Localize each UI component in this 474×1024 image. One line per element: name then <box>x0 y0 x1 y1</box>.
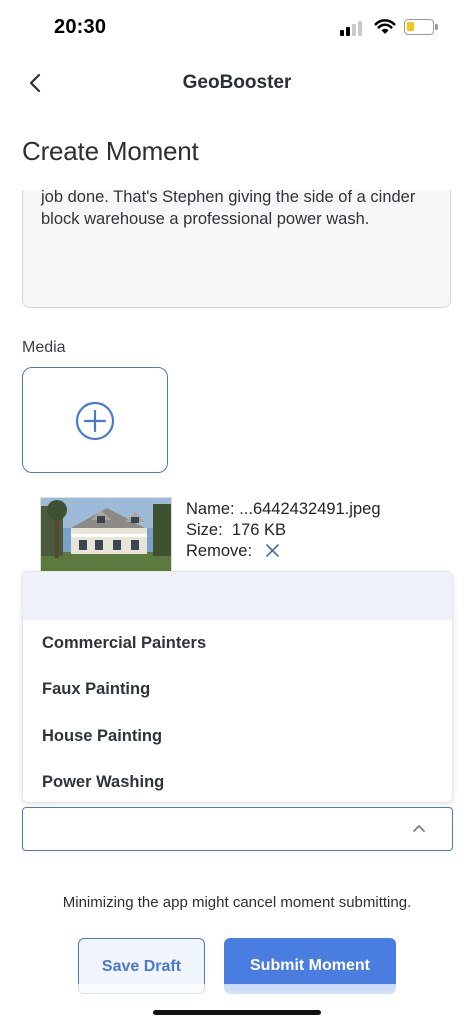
status-time: 20:30 <box>54 16 107 38</box>
dropdown-option-power-washing[interactable]: Power Washing <box>23 759 452 802</box>
file-size-label: Size: <box>186 521 223 539</box>
file-name-label: Name: <box>186 500 235 518</box>
dropdown-option-faux-painting[interactable]: Faux Painting <box>23 666 452 712</box>
create-moment-screen: 20:30 GeoBooster Create Moment job done.… <box>0 0 474 1024</box>
file-name-value: ...6442432491.jpeg <box>239 500 381 518</box>
battery-cap <box>435 24 438 30</box>
file-name-row: Name: ...6442432491.jpeg <box>186 499 381 520</box>
status-bar: 20:30 <box>0 0 474 56</box>
chevron-up-icon <box>413 825 425 832</box>
dropdown-option-house-painting[interactable]: House Painting <box>23 713 452 759</box>
category-dropdown-list: Commercial Painters Faux Painting House … <box>22 571 453 803</box>
bottom-fade <box>0 984 474 1024</box>
media-file-info: Name: ...6442432491.jpeg Size: 176 KB Re… <box>186 499 381 562</box>
file-remove-row: Remove: <box>186 541 381 562</box>
file-size-value: 176 KB <box>231 521 286 539</box>
home-indicator <box>153 1010 321 1015</box>
add-media-button[interactable] <box>22 367 168 473</box>
description-text: job done. That's Stephen giving the side… <box>41 188 416 228</box>
nav-title: GeoBooster <box>182 72 292 93</box>
plus-circle-icon <box>75 401 115 441</box>
media-label: Media <box>22 339 66 356</box>
battery-icon <box>404 19 434 35</box>
remove-file-close-icon[interactable] <box>265 543 280 558</box>
description-textarea[interactable]: job done. That's Stephen giving the side… <box>22 176 451 308</box>
dropdown-option-commercial-painters[interactable]: Commercial Painters <box>23 620 452 666</box>
media-thumbnail <box>40 497 172 573</box>
file-remove-label: Remove: <box>186 542 253 560</box>
cellular-signal-icon <box>340 20 364 36</box>
wifi-icon <box>374 19 396 34</box>
scroll-mask <box>22 170 453 190</box>
file-size-row: Size: 176 KB <box>186 520 381 541</box>
dropdown-empty-option[interactable] <box>23 572 452 620</box>
warning-text: Minimizing the app might cancel moment s… <box>62 894 412 911</box>
category-select[interactable] <box>22 807 453 851</box>
page-title: Create Moment <box>22 136 199 166</box>
